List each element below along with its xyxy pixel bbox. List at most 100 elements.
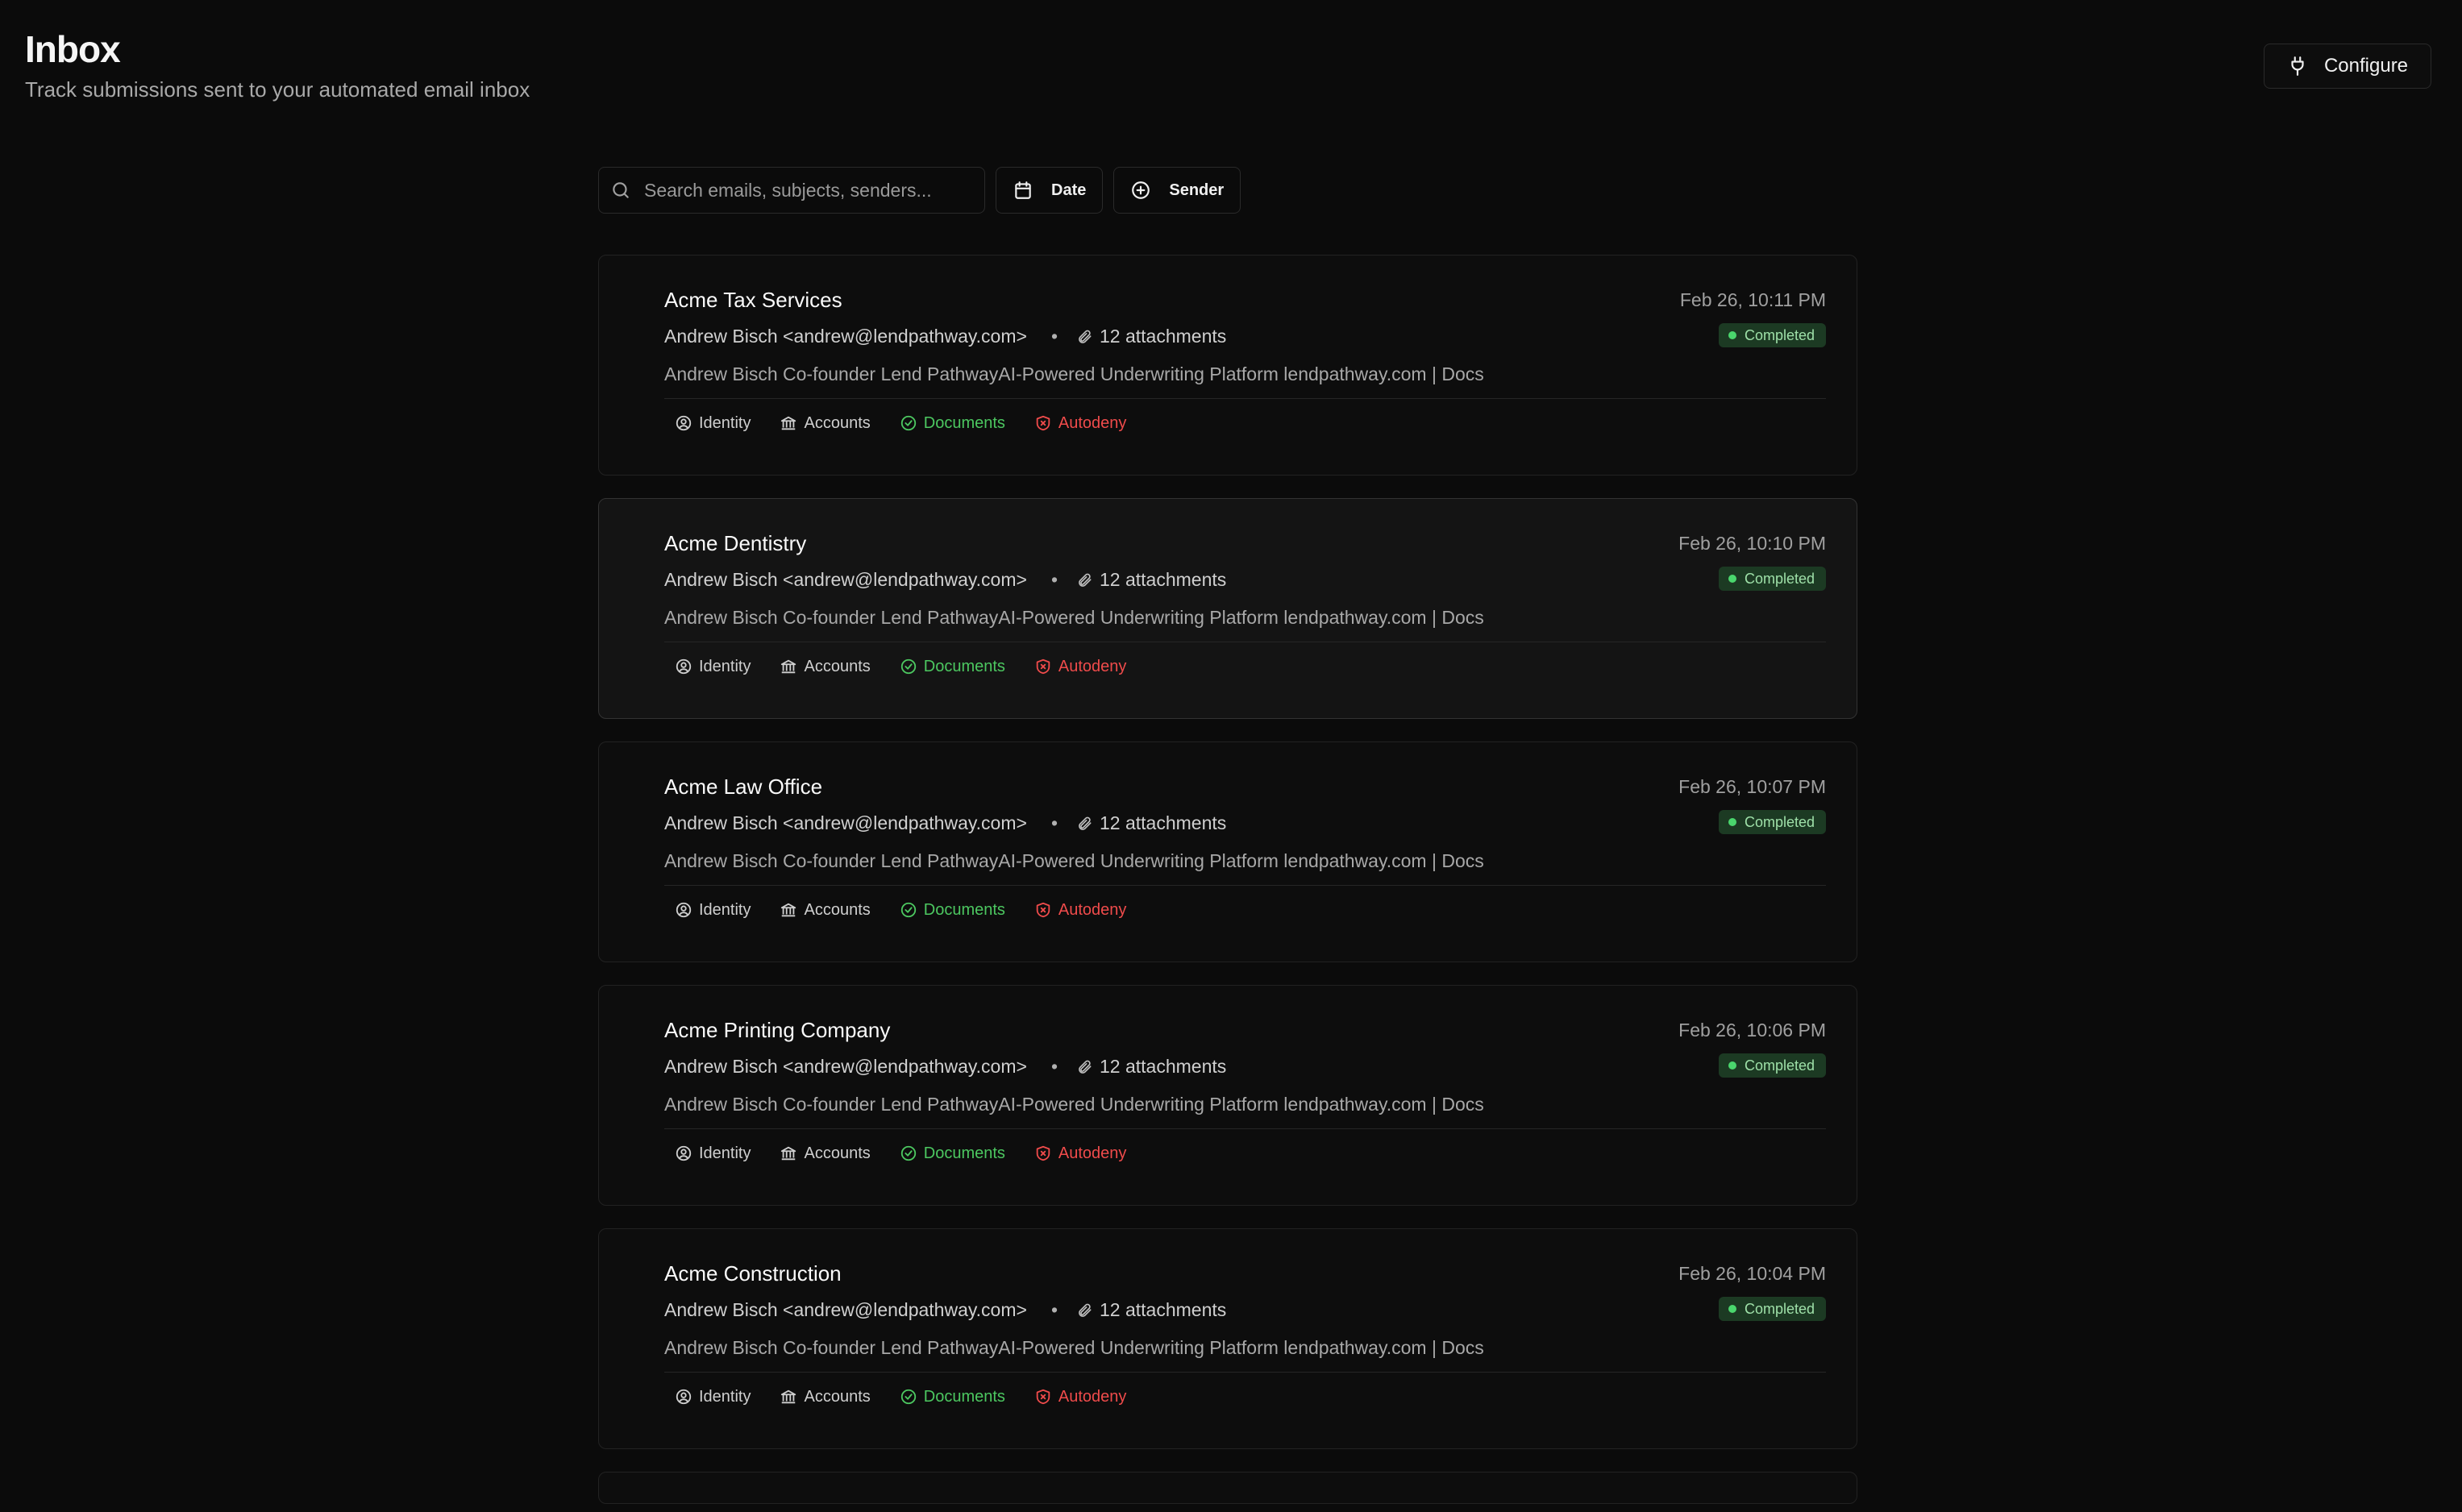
email-preview: Andrew Bisch Co-founder Lend PathwayAI-P…: [664, 850, 1484, 871]
user-circle-icon: [676, 902, 692, 918]
shield-x-icon: [1036, 1389, 1050, 1405]
plug-icon: [2291, 56, 2304, 76]
email-subject: Acme Tax Services: [664, 288, 842, 312]
tag-autodeny[interactable]: Autodeny: [1034, 1144, 1127, 1163]
email-meta: Andrew Bisch <andrew@lendpathway.com> • …: [664, 326, 1226, 347]
card-divider: [664, 1128, 1826, 1129]
email-sender: Andrew Bisch <andrew@lendpathway.com>: [664, 326, 1027, 347]
search-box[interactable]: [598, 167, 985, 214]
email-sender: Andrew Bisch <andrew@lendpathway.com>: [664, 1056, 1027, 1077]
bank-icon: [781, 1146, 796, 1161]
tag-label: Accounts: [804, 657, 871, 675]
configure-label: Configure: [2323, 55, 2409, 77]
status-badge: Completed: [1718, 1297, 1826, 1321]
tag-identity[interactable]: Identity: [675, 658, 751, 676]
tag-accounts[interactable]: Accounts: [780, 414, 871, 433]
user-circle-icon: [676, 1389, 692, 1405]
email-sender: Andrew Bisch <andrew@lendpathway.com>: [664, 569, 1027, 590]
status-dot: [1728, 1305, 1736, 1313]
check-circle-icon: [900, 415, 916, 431]
card-divider: [664, 885, 1826, 886]
check-circle-icon: [900, 902, 916, 918]
email-card[interactable]: [598, 1472, 1857, 1504]
search-input[interactable]: [643, 178, 973, 202]
tag-autodeny[interactable]: Autodeny: [1034, 658, 1126, 676]
check-circle-icon: [900, 1145, 916, 1161]
tag-label: Documents: [923, 900, 1005, 919]
tag-identity[interactable]: Identity: [675, 414, 751, 433]
tag-documents[interactable]: Documents: [900, 1144, 1005, 1163]
tag-label: Identity: [699, 1387, 751, 1406]
email-preview: Andrew Bisch Co-founder Lend PathwayAI-P…: [664, 607, 1484, 628]
email-preview: Andrew Bisch Co-founder Lend PathwayAI-P…: [664, 1094, 1484, 1115]
tag-label: Accounts: [804, 900, 871, 919]
email-attachments: 12 attachments: [1100, 1299, 1227, 1320]
shield-x-icon: [1036, 902, 1050, 918]
status-label: Completed: [1744, 813, 1815, 830]
email-date: Feb 26, 10:11 PM: [1679, 289, 1826, 310]
shield-x-icon: [1036, 1145, 1050, 1161]
status-badge: Completed: [1718, 567, 1826, 591]
tag-label: Autodeny: [1058, 1387, 1127, 1406]
status-badge: Completed: [1718, 810, 1826, 834]
meta-separator: •: [1050, 1056, 1058, 1077]
tag-identity[interactable]: Identity: [675, 1144, 751, 1163]
email-meta: Andrew Bisch <andrew@lendpathway.com> • …: [664, 569, 1226, 591]
email-tags: Identity Accounts Documents Autodeny: [675, 895, 1126, 924]
date-filter-label: Date: [1051, 181, 1087, 199]
email-card[interactable]: Acme Law Office Feb 26, 10:07 PM Andrew …: [598, 741, 1857, 962]
status-label: Completed: [1744, 1057, 1815, 1074]
tag-documents[interactable]: Documents: [900, 901, 1005, 920]
email-date: Feb 26, 10:06 PM: [1678, 1020, 1826, 1041]
card-divider: [664, 398, 1826, 399]
page-title: Inbox: [25, 28, 121, 70]
tag-label: Documents: [923, 1387, 1005, 1406]
tag-accounts[interactable]: Accounts: [780, 900, 871, 920]
date-filter-button[interactable]: Date: [996, 167, 1104, 214]
email-preview: Andrew Bisch Co-founder Lend PathwayAI-P…: [664, 363, 1484, 384]
shield-x-icon: [1036, 415, 1050, 431]
status-dot: [1728, 818, 1736, 826]
sender-filter-button[interactable]: Sender: [1113, 167, 1241, 214]
email-attachments: 12 attachments: [1100, 812, 1227, 833]
tag-label: Documents: [923, 1144, 1005, 1162]
email-date: Feb 26, 10:04 PM: [1678, 1263, 1826, 1284]
tag-accounts[interactable]: Accounts: [780, 657, 871, 676]
tag-identity[interactable]: Identity: [675, 1388, 751, 1406]
tag-documents[interactable]: Documents: [900, 658, 1005, 676]
status-label: Completed: [1744, 1300, 1815, 1317]
email-subject: Acme Law Office: [664, 775, 823, 799]
tag-autodeny[interactable]: Autodeny: [1034, 1387, 1127, 1406]
email-card[interactable]: Acme Dentistry Feb 26, 10:10 PM Andrew B…: [598, 498, 1857, 719]
shield-x-icon: [1036, 658, 1050, 675]
configure-button[interactable]: Configure: [2264, 44, 2431, 89]
tag-label: Autodeny: [1058, 1144, 1127, 1162]
meta-separator: •: [1050, 569, 1058, 590]
status-label: Completed: [1744, 570, 1815, 587]
tag-autodeny[interactable]: Autodeny: [1034, 900, 1127, 920]
email-sender: Andrew Bisch <andrew@lendpathway.com>: [664, 812, 1027, 833]
tag-documents[interactable]: Documents: [900, 414, 1005, 433]
status-badge: Completed: [1718, 1053, 1826, 1078]
user-circle-icon: [676, 415, 692, 431]
page-subtitle: Track submissions sent to your automated…: [25, 77, 530, 102]
paperclip-icon: [1079, 573, 1092, 587]
calendar-icon: [1015, 181, 1031, 199]
status-dot: [1728, 331, 1736, 339]
tag-documents[interactable]: Documents: [900, 1388, 1005, 1406]
bank-icon: [781, 903, 796, 917]
status-label: Completed: [1744, 326, 1815, 343]
email-card[interactable]: Acme Printing Company Feb 26, 10:06 PM A…: [598, 985, 1857, 1206]
email-card[interactable]: Acme Tax Services Feb 26, 10:11 PM Andre…: [598, 255, 1857, 476]
tag-accounts[interactable]: Accounts: [780, 1144, 871, 1163]
filter-toolbar: Date Sender: [598, 167, 1241, 214]
email-meta: Andrew Bisch <andrew@lendpathway.com> • …: [664, 812, 1226, 834]
tag-identity[interactable]: Identity: [675, 901, 751, 920]
tag-autodeny[interactable]: Autodeny: [1034, 414, 1126, 433]
meta-separator: •: [1050, 1299, 1058, 1320]
email-card[interactable]: Acme Construction Feb 26, 10:04 PM Andre…: [598, 1228, 1857, 1449]
tag-label: Autodeny: [1058, 900, 1127, 919]
email-date: Feb 26, 10:07 PM: [1678, 776, 1826, 797]
email-subject: Acme Construction: [664, 1261, 842, 1286]
tag-accounts[interactable]: Accounts: [780, 1388, 871, 1406]
